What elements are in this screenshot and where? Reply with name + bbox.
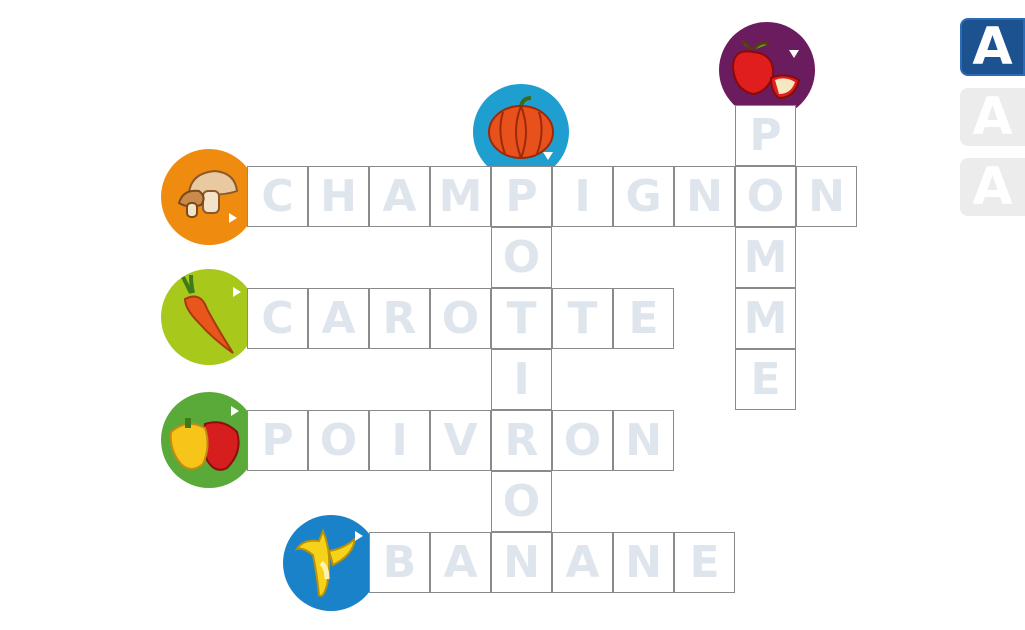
crossword-cell[interactable]: A [430,532,491,593]
crossword-cell[interactable]: O [308,410,369,471]
crossword-cell[interactable]: I [552,166,613,227]
crossword-cell[interactable]: T [552,288,613,349]
banana-icon [283,515,379,611]
crossword-cell[interactable]: P [491,166,552,227]
crossword-cell[interactable]: R [369,288,430,349]
crossword-cell[interactable]: N [674,166,735,227]
crossword-cell[interactable]: E [735,349,796,410]
crossword-cell[interactable]: C [247,166,308,227]
crossword-cell[interactable]: O [491,227,552,288]
crossword-cell[interactable]: E [613,288,674,349]
crossword-cell[interactable]: M [735,227,796,288]
crossword-cell[interactable]: E [674,532,735,593]
crossword-cell[interactable]: R [491,410,552,471]
crossword-cell[interactable]: O [430,288,491,349]
crossword-cell[interactable]: N [613,532,674,593]
crossword-cell[interactable]: O [491,471,552,532]
clue-apple-icon[interactable] [719,22,815,118]
crossword-cell[interactable]: A [552,532,613,593]
crossword-cell[interactable]: I [369,410,430,471]
clue-mushroom-icon[interactable] [161,149,257,245]
crossword-cell[interactable]: C [247,288,308,349]
crossword-cell[interactable]: P [735,105,796,166]
mushroom-icon [161,149,257,245]
crossword-cell[interactable]: O [735,166,796,227]
clue-carrot-icon[interactable] [161,269,257,365]
crossword-cell[interactable]: T [491,288,552,349]
crossword-cell[interactable]: P [247,410,308,471]
crossword-cell[interactable]: N [491,532,552,593]
clue-banana-icon[interactable] [283,515,379,611]
crossword-cell[interactable]: H [308,166,369,227]
carrot-icon [161,269,257,365]
crossword-cell[interactable]: V [430,410,491,471]
crossword-cell[interactable]: B [369,532,430,593]
crossword-cell[interactable]: I [491,349,552,410]
apple-icon [719,22,815,118]
level-button-1[interactable]: A [960,17,1025,77]
level-button-2[interactable]: A [960,87,1025,147]
crossword-cell[interactable]: O [552,410,613,471]
crossword-cell[interactable]: N [796,166,857,227]
crossword-cell[interactable]: G [613,166,674,227]
crossword-cell[interactable]: N [613,410,674,471]
level-button-3[interactable]: A [960,157,1025,217]
crossword-cell[interactable]: A [369,166,430,227]
crossword-cell[interactable]: A [308,288,369,349]
crossword-board: CHAMPIGNONCAROTTEPOIVRONBANANEOIOPMME [0,0,1025,630]
crossword-cell[interactable]: M [735,288,796,349]
crossword-cell[interactable]: M [430,166,491,227]
clue-pepper-icon[interactable] [161,392,257,488]
pepper-icon [161,392,257,488]
